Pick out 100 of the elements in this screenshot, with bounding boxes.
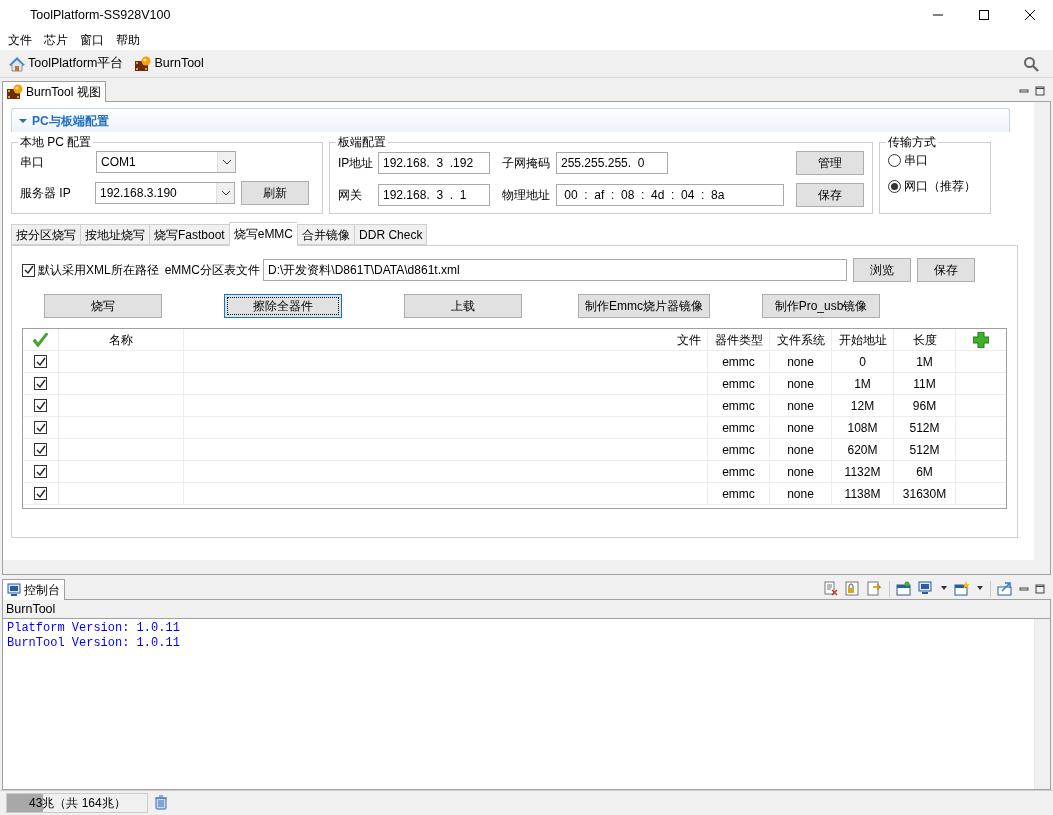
- row-checkbox[interactable]: [34, 465, 47, 478]
- table-cell: 1M: [832, 373, 894, 394]
- table-cell: none: [770, 461, 832, 482]
- table-cell: none: [770, 373, 832, 394]
- check-icon: [22, 264, 35, 276]
- input-field[interactable]: 192.168. 3 .192: [378, 152, 490, 174]
- field-label: eMMC分区表文件: [164, 262, 261, 279]
- check-icon[interactable]: [32, 331, 49, 348]
- console-name: BurnTool: [3, 600, 1050, 619]
- column-header[interactable]: 文件系统: [770, 329, 832, 350]
- table-cell: emmc: [708, 439, 770, 460]
- menu-item[interactable]: 芯片: [40, 31, 72, 49]
- home-icon: [9, 55, 25, 72]
- chevron-icon: [221, 157, 232, 167]
- table-cell: 1M: [894, 351, 956, 372]
- action-button[interactable]: 擦除全器件: [224, 294, 342, 318]
- input-field[interactable]: 00 : af : 08 : 4d : 04 : 8a: [556, 184, 784, 206]
- toolbar-button[interactable]: ToolPlatform平台: [6, 54, 127, 73]
- toolbar-button[interactable]: BurnTool: [132, 54, 207, 73]
- radio-option[interactable]: 网口（推荐）: [888, 177, 986, 195]
- table-cell: 108M: [832, 417, 894, 438]
- console-tab[interactable]: 控制台: [2, 579, 65, 600]
- maximize-icon[interactable]: [979, 10, 989, 20]
- table-cell: 1138M: [832, 483, 894, 504]
- column-header[interactable]: 名称: [59, 329, 184, 350]
- column-header[interactable]: 开始地址: [832, 329, 894, 350]
- chevron-icon: [220, 188, 231, 198]
- menu-item[interactable]: 帮助: [112, 31, 144, 49]
- table-cell: 620M: [832, 439, 894, 460]
- search-icon[interactable]: [1023, 55, 1039, 72]
- tab[interactable]: 按分区烧写: [11, 224, 80, 245]
- checkbox[interactable]: 默认采用XML所在路径: [22, 261, 159, 279]
- maximize-icon[interactable]: [1035, 583, 1045, 594]
- monitor-icon[interactable]: [918, 580, 934, 597]
- tab[interactable]: 烧写eMMC: [228, 222, 298, 246]
- dropdown[interactable]: 192.168.3.190: [95, 182, 235, 204]
- column-header[interactable]: 长度: [894, 329, 956, 350]
- console-line: Platform Version: 1.0.11: [7, 621, 181, 636]
- document-x-icon[interactable]: [823, 580, 839, 597]
- input-field[interactable]: 255.255.255. 0: [556, 152, 668, 174]
- table-cell: none: [770, 439, 832, 460]
- table-cell: 6M: [894, 461, 956, 482]
- input-field[interactable]: 192.168. 3 . 1: [378, 184, 490, 206]
- row-checkbox[interactable]: [34, 487, 47, 500]
- action-button[interactable]: 上载: [404, 294, 522, 318]
- table-cell: 12M: [832, 395, 894, 416]
- pin-icon[interactable]: [896, 580, 912, 597]
- table-cell: emmc: [708, 461, 770, 482]
- menu-item[interactable]: 窗口: [76, 31, 108, 49]
- table-cell: 512M: [894, 417, 956, 438]
- refresh-button[interactable]: 刷新: [241, 181, 309, 205]
- check-icon: [34, 377, 47, 390]
- tab[interactable]: 合并镜像: [297, 224, 355, 245]
- table-cell: none: [770, 417, 832, 438]
- memory-meter: 43兆（共 164兆）: [6, 792, 148, 813]
- menu-item[interactable]: 文件: [4, 31, 36, 49]
- new-window-icon[interactable]: [954, 580, 970, 597]
- save-button[interactable]: 保存: [917, 258, 976, 282]
- table-cell: 96M: [894, 395, 956, 416]
- tab[interactable]: 烧写Fastboot: [149, 224, 229, 245]
- action-button[interactable]: 制作Emmc烧片器镜像: [578, 294, 710, 318]
- row-checkbox[interactable]: [34, 443, 47, 456]
- table-cell: emmc: [708, 373, 770, 394]
- row-checkbox[interactable]: [34, 377, 47, 390]
- table-cell: emmc: [708, 351, 770, 372]
- export-icon[interactable]: [997, 580, 1013, 597]
- table-cell: emmc: [708, 395, 770, 416]
- radio-option[interactable]: 串口: [888, 151, 986, 169]
- lock-icon[interactable]: [845, 580, 861, 597]
- maximize-icon[interactable]: [1035, 85, 1045, 96]
- dropdown[interactable]: COM1: [96, 151, 236, 173]
- view-tab[interactable]: BurnTool 视图: [2, 81, 106, 102]
- action-button[interactable]: 制作Pro_usb镜像: [762, 294, 880, 318]
- save-button[interactable]: 保存: [796, 183, 864, 207]
- manage-button[interactable]: 管理: [796, 151, 864, 175]
- browse-button[interactable]: 浏览: [853, 258, 912, 282]
- field-label: 物理地址: [502, 187, 551, 204]
- field-label: 串口: [20, 154, 45, 171]
- group-title: 传输方式: [886, 135, 938, 149]
- action-button[interactable]: 烧写: [44, 294, 162, 318]
- tab[interactable]: DDR Check: [354, 224, 428, 245]
- check-icon: [34, 421, 47, 434]
- film-icon: [7, 84, 23, 100]
- column-header[interactable]: 文件: [184, 329, 708, 350]
- trash-icon[interactable]: [154, 795, 168, 810]
- tab[interactable]: 按地址烧写: [80, 224, 149, 245]
- row-checkbox[interactable]: [34, 355, 47, 368]
- table-cell: 1132M: [832, 461, 894, 482]
- add-icon[interactable]: [973, 331, 989, 348]
- column-header[interactable]: 器件类型: [708, 329, 770, 350]
- table-cell: none: [770, 395, 832, 416]
- table-cell: emmc: [708, 483, 770, 504]
- section-title: PC与板端配置: [32, 112, 109, 130]
- row-checkbox[interactable]: [34, 399, 47, 412]
- document-arrow-icon[interactable]: [867, 580, 883, 597]
- group-title: 板端配置: [336, 135, 388, 149]
- table-cell: 0: [832, 351, 894, 372]
- row-checkbox[interactable]: [34, 421, 47, 434]
- close-icon[interactable]: [1025, 10, 1035, 20]
- input-field[interactable]: D:\开发资料\D861T\DATA\d861t.xml: [263, 259, 848, 281]
